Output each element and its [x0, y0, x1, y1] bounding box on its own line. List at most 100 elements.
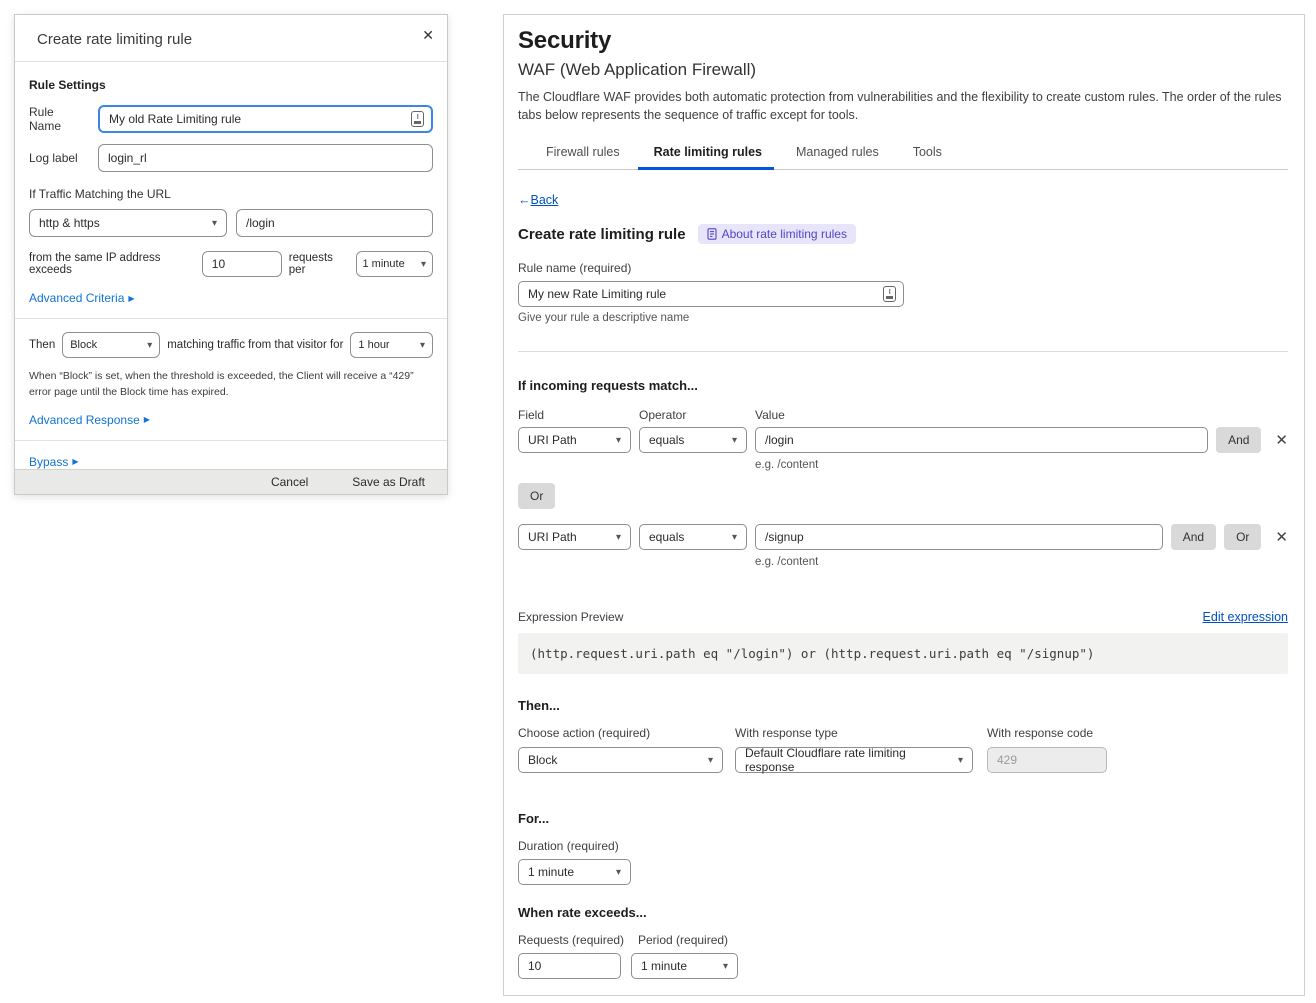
tab-firewall-rules[interactable]: Firewall rules	[544, 141, 622, 169]
chevron-down-icon: ▾	[723, 961, 728, 972]
document-icon	[707, 228, 717, 240]
traffic-match-label: If Traffic Matching the URL	[29, 187, 433, 201]
value-helper: e.g. /content	[755, 459, 1288, 471]
advanced-response-link[interactable]: Advanced Response ▶	[29, 413, 150, 427]
or-button[interactable]: Or	[1224, 524, 1261, 550]
chevron-down-icon: ▾	[958, 755, 963, 766]
cancel-button[interactable]: Cancel	[271, 475, 308, 489]
field-column-label: Field	[518, 408, 631, 422]
value-input[interactable]	[755, 524, 1163, 550]
security-waf-panel: Security WAF (Web Application Firewall) …	[503, 14, 1305, 996]
threshold-middle-label: requests per	[289, 252, 349, 276]
disclosure-triangle-icon: ▶	[144, 415, 150, 424]
block-note: When “Block” is set, when the threshold …	[29, 368, 433, 401]
operator-select[interactable]: equals ▾	[639, 427, 747, 453]
rules-tabs: Firewall rules Rate limiting rules Manag…	[518, 141, 1288, 170]
chevron-down-icon: ▾	[616, 435, 621, 446]
field-select[interactable]: URI Path ▾	[518, 524, 631, 550]
response-code-input	[987, 747, 1107, 773]
or-connector-button[interactable]: Or	[518, 483, 555, 509]
requests-label: Requests (required)	[518, 933, 638, 947]
rule-name-label: Rule Name	[29, 105, 89, 133]
value-input[interactable]	[755, 427, 1208, 453]
dialog-header: Create rate limiting rule ✕	[15, 15, 447, 62]
chevron-down-icon: ▾	[147, 340, 152, 351]
field-select[interactable]: URI Path ▾	[518, 427, 631, 453]
chevron-down-icon: ▾	[708, 755, 713, 766]
url-input[interactable]	[236, 209, 433, 237]
back-arrow-icon: ←	[518, 193, 531, 207]
for-section-title: For...	[518, 811, 1288, 826]
period-select[interactable]: 1 minute ▾	[631, 953, 738, 979]
tab-rate-limiting-rules[interactable]: Rate limiting rules	[652, 141, 764, 169]
log-label-label: Log label	[29, 151, 89, 165]
chevron-down-icon: ▾	[732, 532, 737, 543]
page-subtitle: WAF (Web Application Firewall)	[518, 60, 1288, 80]
remove-row-icon[interactable]: ✕	[1275, 433, 1288, 448]
expression-preview-code: (http.request.uri.path eq "/login") or (…	[518, 633, 1288, 674]
close-icon[interactable]: ✕	[422, 27, 434, 44]
chevron-down-icon: ▾	[732, 435, 737, 446]
rate-section-title: When rate exceeds...	[518, 905, 1288, 920]
choose-action-label: Choose action (required)	[518, 726, 723, 740]
chevron-down-icon: ▾	[420, 340, 425, 351]
then-section-title: Then...	[518, 698, 1288, 713]
page-title: Security	[518, 27, 1288, 55]
tab-managed-rules[interactable]: Managed rules	[794, 141, 881, 169]
response-type-select[interactable]: Default Cloudflare rate limiting respons…	[735, 747, 973, 773]
save-as-draft-button[interactable]: Save as Draft	[352, 475, 425, 489]
and-button[interactable]: And	[1171, 524, 1216, 550]
period-select[interactable]: 1 minute ▾	[356, 251, 434, 277]
create-rate-limit-dialog: Create rate limiting rule ✕ Rule Setting…	[14, 14, 448, 495]
remove-row-icon[interactable]: ✕	[1275, 530, 1288, 545]
duration-select[interactable]: 1 minute ▾	[518, 859, 631, 885]
disclosure-triangle-icon: ▶	[128, 294, 134, 303]
rule-name-input[interactable]	[109, 107, 405, 131]
match-row: URI Path ▾ equals ▾ And Or ✕	[518, 524, 1288, 550]
chevron-down-icon: ▾	[212, 218, 217, 229]
value-helper: e.g. /content	[755, 556, 1288, 568]
about-rate-limiting-badge[interactable]: About rate limiting rules	[698, 224, 856, 244]
dialog-footer: Cancel Save as Draft	[15, 469, 447, 494]
operator-select[interactable]: equals ▾	[639, 524, 747, 550]
and-button[interactable]: And	[1216, 427, 1261, 453]
rule-name-helper: Give your rule a descriptive name	[518, 312, 1288, 324]
rule-name-input[interactable]	[518, 281, 904, 307]
scheme-select[interactable]: http & https ▾	[29, 209, 227, 237]
match-row: URI Path ▾ equals ▾ And ✕	[518, 427, 1288, 453]
threshold-prefix-label: from the same IP address exceeds	[29, 252, 195, 276]
expression-preview-label: Expression Preview	[518, 610, 623, 624]
dialog-title: Create rate limiting rule	[37, 31, 192, 48]
back-link[interactable]: ←Back	[518, 193, 558, 207]
operator-column-label: Operator	[639, 408, 747, 422]
action-select[interactable]: Block ▾	[518, 747, 723, 773]
rule-name-label: Rule name (required)	[518, 261, 1288, 275]
divider	[15, 318, 447, 319]
divider	[518, 351, 1288, 352]
then-label: Then	[29, 339, 55, 351]
chevron-down-icon: ▾	[616, 867, 621, 878]
page-description: The Cloudflare WAF provides both automat…	[518, 88, 1288, 124]
chevron-down-icon: ▾	[616, 532, 621, 543]
chevron-down-icon: ▾	[421, 259, 426, 270]
rule-name-field-wrap	[98, 105, 433, 133]
then-middle-label: matching traffic from that visitor for	[167, 339, 343, 351]
divider	[15, 440, 447, 441]
bypass-link[interactable]: Bypass ▶	[29, 455, 79, 469]
rule-settings-heading: Rule Settings	[29, 78, 433, 92]
action-select[interactable]: Block ▾	[62, 332, 160, 358]
advanced-criteria-link[interactable]: Advanced Criteria ▶	[29, 291, 135, 305]
response-type-label: With response type	[735, 726, 973, 740]
tab-tools[interactable]: Tools	[911, 141, 944, 169]
log-label-input[interactable]	[98, 144, 433, 172]
block-duration-select[interactable]: 1 hour ▾	[350, 332, 433, 358]
response-code-label: With response code	[987, 726, 1107, 740]
edit-expression-link[interactable]: Edit expression	[1203, 610, 1288, 624]
period-label: Period (required)	[638, 933, 728, 947]
threshold-input[interactable]	[202, 251, 282, 277]
autofill-icon[interactable]	[883, 286, 896, 302]
disclosure-triangle-icon: ▶	[72, 457, 78, 466]
autofill-icon[interactable]	[411, 111, 424, 127]
requests-input[interactable]	[518, 953, 621, 979]
duration-label: Duration (required)	[518, 839, 1288, 853]
